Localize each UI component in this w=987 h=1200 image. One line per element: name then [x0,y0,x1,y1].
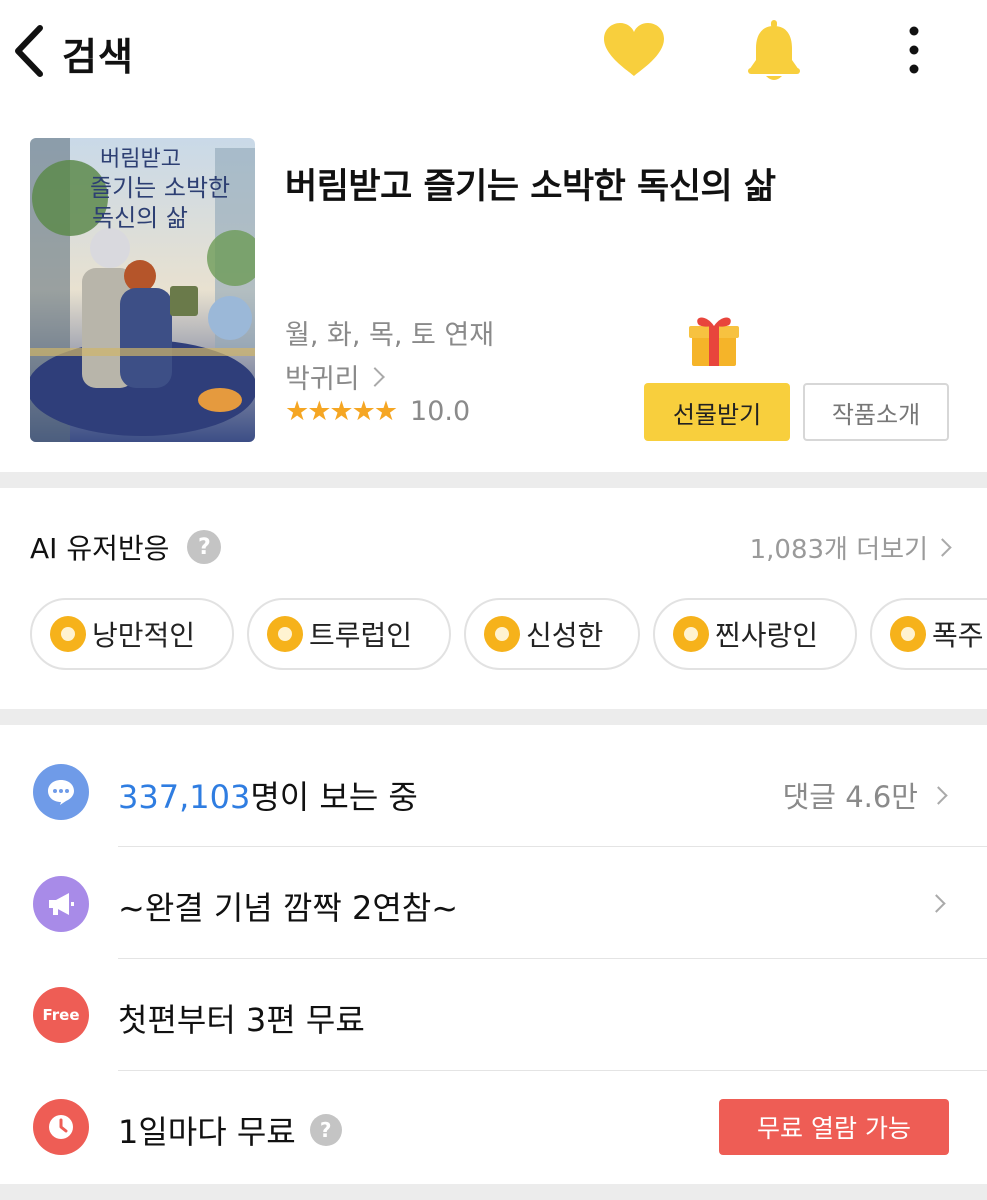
heart-icon[interactable] [602,22,666,78]
header-title: 검색 [62,35,134,79]
rating-value: 10.0 [410,396,471,427]
reaction-tag-list: 낭만적인 트루럽인 신성한 찐사랑인 폭주 [30,598,987,672]
daily-free-label: 1일마다 무료 [118,1113,296,1151]
rating: ★★★★★ 10.0 [285,396,470,427]
help-icon[interactable]: ? [187,530,222,564]
section-divider [0,709,987,725]
reaction-tag[interactable]: 신성한 [464,598,640,670]
row-divider [118,958,987,959]
author-link[interactable]: 박귀리 [285,357,385,396]
author-name: 박귀리 [285,364,360,395]
comment-bubble-icon [33,764,89,820]
star-rating-icon: ★★★★★ [285,396,398,427]
gift-receive-button[interactable]: 선물받기 [644,383,790,441]
gift-icon [688,312,740,368]
svg-text:버림받고: 버림받고 [100,147,181,172]
megaphone-icon [33,876,89,932]
reaction-tag[interactable]: 트루럽인 [247,598,451,670]
ai-reactions-more-link[interactable]: 1,083개 더보기 [749,529,952,566]
coin-icon [267,616,303,652]
svg-text:독신의 삶: 독신의 삶 [92,204,188,232]
reaction-tag[interactable]: 찐사랑인 [653,598,857,670]
ai-reactions-more-label: 1,083개 더보기 [749,535,928,565]
coin-icon [50,616,86,652]
reaction-tag-label: 폭주 [932,619,984,652]
free-icon-label: Free [42,1006,80,1024]
free-view-available-button[interactable]: 무료 열람 가능 [719,1099,949,1155]
clock-icon [33,1099,89,1155]
coin-icon [484,616,520,652]
coin-icon [890,616,926,652]
chevron-right-icon [927,894,946,913]
serial-schedule: 월, 화, 목, 토 연재 [285,320,495,351]
chevron-left-icon[interactable] [10,24,50,78]
reaction-tag-label: 낭만적인 [92,619,196,652]
cover-image[interactable]: 버림받고 즐기는 소박한 독신의 삶 [30,138,255,442]
top-bar: 검색 [0,0,987,100]
reaction-tag-label: 찐사랑인 [715,619,819,652]
ai-reactions-label: AI 유저반응 [30,532,170,565]
bell-icon[interactable] [744,18,804,84]
free-icon: Free [33,987,89,1043]
section-divider [0,472,987,488]
comments-count: 댓글 4.6만 [782,780,918,814]
comments-link[interactable]: 댓글 4.6만 [782,774,948,816]
svg-text:즐기는 소박한: 즐기는 소박한 [90,174,230,202]
daily-free-text: 1일마다 무료 ? [118,1107,342,1153]
row-divider [118,1070,987,1071]
chevron-right-icon [364,366,385,387]
ai-reactions-title: AI 유저반응 ? [30,527,222,567]
section-divider [0,1184,987,1200]
chevron-right-icon [929,785,948,805]
chevron-right-icon [933,538,952,557]
coin-icon [673,616,709,652]
reaction-tag[interactable]: 낭만적인 [30,598,234,670]
viewers-text: 337,103명이 보는 중 [118,772,418,818]
work-title: 버림받고 즐기는 소박한 독신의 삶 [285,167,776,207]
viewers-suffix: 명이 보는 중 [250,778,418,816]
reaction-tag-label: 신성한 [526,619,604,652]
viewers-count: 337,103 [118,778,251,816]
reaction-tag[interactable]: 폭주 [870,598,987,670]
free-episodes-text: 첫편부터 3편 무료 [118,1001,365,1039]
event-row[interactable]: ~완결 기념 깜짝 2연참~ [0,847,987,959]
more-vertical-icon[interactable] [898,24,930,76]
reaction-tag-label: 트루럽인 [309,619,413,652]
help-icon[interactable]: ? [309,1114,342,1146]
work-intro-button[interactable]: 작품소개 [803,383,949,441]
event-text: ~완결 기념 깜짝 2연참~ [118,889,459,927]
